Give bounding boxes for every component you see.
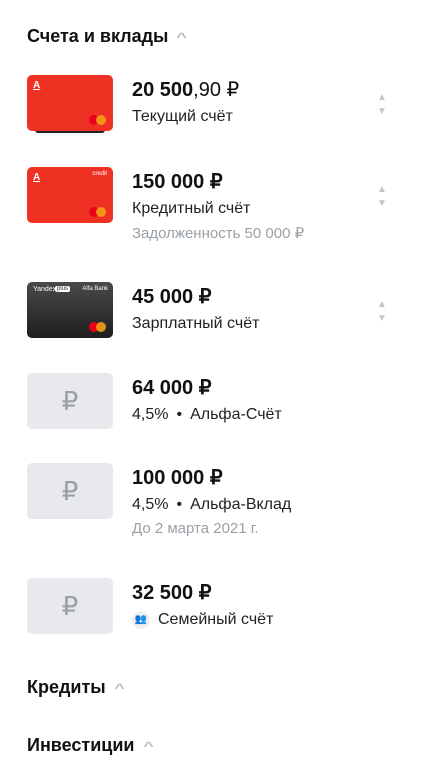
account-name: Альфа-Вклад xyxy=(190,496,292,513)
arrow-down-icon: ▼ xyxy=(377,198,387,209)
arrow-up-icon: ▲ xyxy=(377,92,387,103)
section-title: Счета и вклады xyxy=(27,26,169,46)
account-amount: 32 500 ₽ xyxy=(132,582,212,604)
card-image: Аcredit xyxy=(27,167,113,223)
deposit-end-date: До 2 марта 2021 г. xyxy=(132,520,259,537)
arrow-down-icon: ▼ xyxy=(377,313,387,324)
account-info: 4,5% • Альфа-Счёт xyxy=(132,406,282,423)
chevron-up-icon: ^ xyxy=(113,680,125,695)
alfa-logo: А xyxy=(33,172,41,183)
mastercard-icon xyxy=(89,207,107,217)
arrow-down-icon: ▼ xyxy=(377,106,387,117)
account-amount: 64 000 ₽ xyxy=(132,377,212,399)
account-amount: 20 500,90 ₽ xyxy=(132,79,240,101)
account-name: Кредитный счёт xyxy=(132,200,251,217)
yandex-label: Yandex xyxy=(33,286,57,293)
alfa-logo: А xyxy=(33,80,41,91)
credit-label: credit xyxy=(92,171,107,177)
account-name: Семейный счёт xyxy=(158,611,274,628)
ruble-icon: ₽ xyxy=(27,463,113,519)
alfa-bank-label: Alfa Bank xyxy=(82,286,108,292)
arrow-up-icon: ▲ xyxy=(377,299,387,310)
section-title: Инвестиции xyxy=(27,735,135,755)
account-name: Альфа-Счёт xyxy=(190,406,282,423)
section-accounts-header[interactable]: Счета и вклады ^ xyxy=(27,26,188,47)
card-image: Yandex plus Alfa Bank xyxy=(27,282,113,338)
account-amount: 100 000 ₽ xyxy=(132,467,223,489)
account-debt: Задолженность 50 000 ₽ xyxy=(132,225,305,242)
section-credits-header[interactable]: Кредиты ^ xyxy=(27,677,125,698)
arrow-up-icon: ▲ xyxy=(377,184,387,195)
mastercard-icon xyxy=(89,322,107,332)
chevron-up-icon: ^ xyxy=(176,29,188,44)
chevron-up-icon: ^ xyxy=(142,738,154,753)
account-name: Текущий счёт xyxy=(132,108,233,125)
plus-label: plus xyxy=(55,286,71,292)
account-rate: 4,5% xyxy=(132,406,169,423)
section-investments-header[interactable]: Инвестиции ^ xyxy=(27,735,154,756)
section-title: Кредиты xyxy=(27,677,106,697)
ruble-icon: ₽ xyxy=(27,373,113,429)
reorder-handle[interactable]: ▲ ▼ xyxy=(377,91,387,119)
account-rate: 4,5% xyxy=(132,496,169,513)
card-image: А xyxy=(27,75,113,131)
account-amount: 45 000 ₽ xyxy=(132,286,212,308)
reorder-handle[interactable]: ▲ ▼ xyxy=(377,183,387,211)
reorder-handle[interactable]: ▲ ▼ xyxy=(377,298,387,326)
account-name: Зарплатный счёт xyxy=(132,315,260,332)
mastercard-icon xyxy=(89,115,107,125)
account-info: 4,5% • Альфа-Вклад xyxy=(132,496,292,513)
family-icon: 👥 xyxy=(132,611,150,629)
ruble-icon: ₽ xyxy=(27,578,113,634)
account-amount: 150 000 ₽ xyxy=(132,171,223,193)
